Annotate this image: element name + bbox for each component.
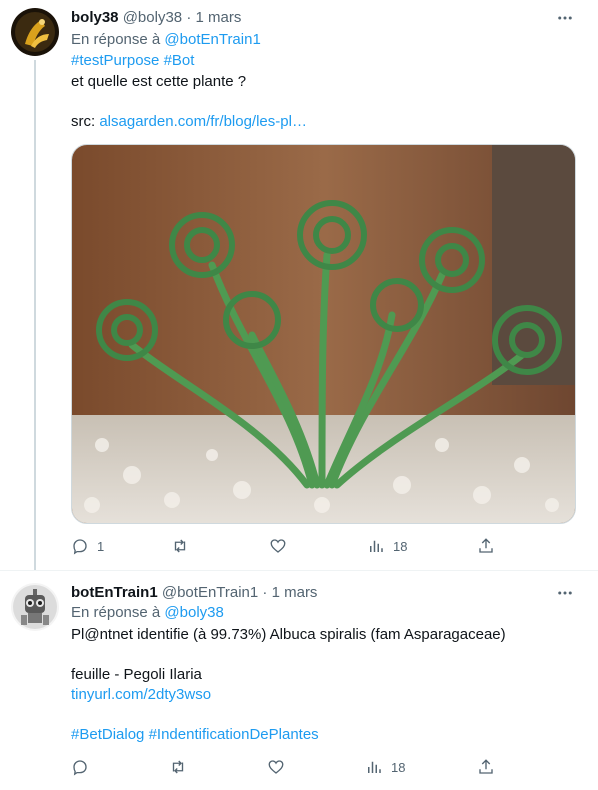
- reply-button[interactable]: [71, 756, 89, 778]
- retweet-icon: [174, 539, 186, 553]
- reply-button[interactable]: 1: [71, 535, 104, 557]
- view-count: 18: [391, 759, 406, 775]
- reply-to-link[interactable]: @boly38: [164, 604, 223, 621]
- tweet-header: botEnTrain1 @botEnTrain1 · 1 mars: [71, 583, 317, 603]
- display-name[interactable]: botEnTrain1: [71, 584, 158, 601]
- tweet-timestamp[interactable]: 1 mars: [195, 9, 241, 26]
- views-button[interactable]: 18: [365, 756, 405, 778]
- views-chart-icon: [370, 540, 383, 552]
- retweet-button[interactable]: [169, 756, 187, 778]
- share-icon: [479, 538, 493, 553]
- display-name[interactable]: boly38: [71, 9, 119, 26]
- views-chart-icon: [368, 761, 381, 773]
- tweet-actions: 18: [71, 756, 501, 778]
- heart-icon: [270, 539, 286, 553]
- reply-prefix: En réponse à: [71, 31, 161, 48]
- external-link[interactable]: tinyurl.com/2dty3wso: [71, 685, 211, 705]
- source-link[interactable]: alsagarden.com/fr/blog/les-pl…: [99, 113, 307, 130]
- retweet-button[interactable]: [171, 535, 189, 557]
- more-horizontal-icon: [558, 16, 572, 20]
- hashtag-line: #BetDialog #IndentificationDePlantes: [71, 725, 319, 745]
- source-line: src: alsagarden.com/fr/blog/les-pl…: [71, 112, 307, 132]
- tweet-timestamp[interactable]: 1 mars: [272, 584, 318, 601]
- reply-to-link[interactable]: @botEnTrain1: [164, 31, 260, 48]
- hashtag-line: #testPurpose #Bot: [71, 51, 194, 71]
- hashtag-link[interactable]: #testPurpose: [71, 52, 159, 69]
- tweet-text: et quelle est cette plante ?: [71, 73, 247, 90]
- source-label: src:: [71, 113, 96, 130]
- views-button[interactable]: 18: [367, 535, 407, 557]
- avatar-boly38[interactable]: [11, 8, 59, 56]
- more-options-button[interactable]: [554, 583, 576, 603]
- separator-dot: ·: [186, 9, 192, 26]
- reply-count: 1: [97, 538, 105, 554]
- reply-prefix: En réponse à: [71, 604, 161, 621]
- tweet-text: Pl@ntnet identifie (à 99.73%) Albuca spi…: [71, 626, 506, 643]
- more-horizontal-icon: [558, 591, 572, 595]
- reply-icon: [73, 760, 87, 776]
- hashtag-link[interactable]: #IndentificationDePlantes: [149, 726, 319, 743]
- plant-photo: [72, 145, 575, 523]
- tweet-actions: 1 18: [71, 535, 501, 557]
- more-options-button[interactable]: [554, 8, 576, 28]
- separator-dot: ·: [262, 584, 268, 601]
- photo-credit: feuille - Pegoli Ilaria: [71, 666, 202, 683]
- tweet-boly38[interactable]: boly38 @boly38 · 1 mars En réponse à @bo…: [0, 0, 598, 570]
- reply-icon: [73, 539, 87, 555]
- user-handle[interactable]: @boly38: [123, 9, 182, 26]
- tweet-header: boly38 @boly38 · 1 mars: [71, 8, 241, 28]
- share-icon: [479, 759, 493, 774]
- tweet-botEnTrain1[interactable]: botEnTrain1 @botEnTrain1 · 1 mars En rép…: [0, 570, 598, 790]
- tweet-media-photo[interactable]: [71, 144, 576, 524]
- hashtag-link[interactable]: #BetDialog: [71, 726, 144, 743]
- user-handle[interactable]: @botEnTrain1: [162, 584, 258, 601]
- reply-context: En réponse à @botEnTrain1: [71, 30, 261, 50]
- reply-context: En réponse à @boly38: [71, 603, 224, 623]
- view-count: 18: [393, 538, 408, 554]
- share-button[interactable]: [477, 756, 495, 778]
- retweet-icon: [172, 760, 184, 774]
- like-button[interactable]: [269, 535, 287, 557]
- heart-icon: [268, 760, 284, 774]
- hashtag-link[interactable]: #Bot: [164, 52, 195, 69]
- avatar-botEnTrain1[interactable]: [11, 583, 59, 631]
- share-button[interactable]: [477, 535, 495, 557]
- thread-connector-line: [34, 60, 36, 570]
- like-button[interactable]: [267, 756, 285, 778]
